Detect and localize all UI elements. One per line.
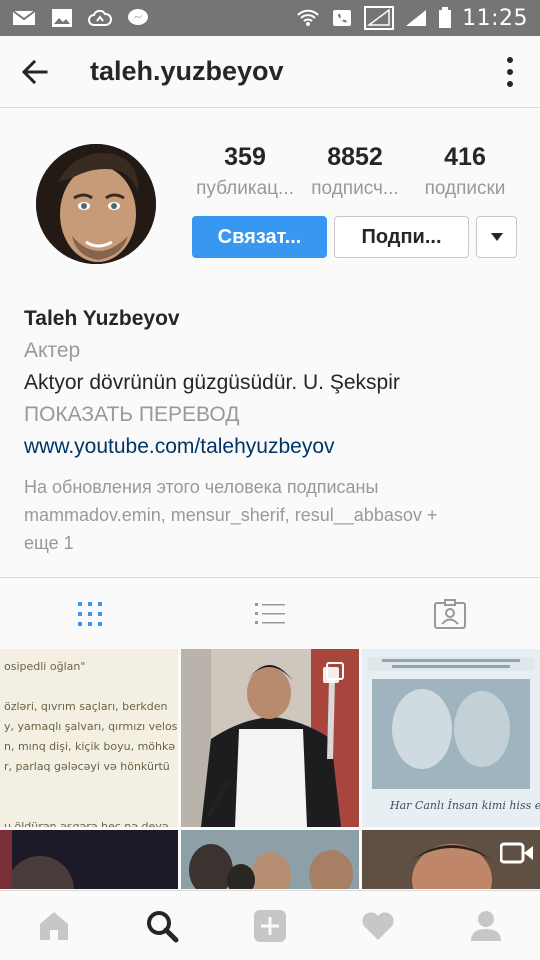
followers-label: подписч... <box>311 178 399 199</box>
full-name: Taleh Yuzbeyov <box>24 307 180 330</box>
messenger-icon <box>128 9 148 25</box>
show-translation-link[interactable]: ПОКАЗАТЬ ПЕРЕВОД <box>24 399 524 431</box>
nav-home[interactable] <box>0 891 108 960</box>
post-thumbnail[interactable] <box>362 830 540 889</box>
post-thumbnail[interactable]: Har Canlı İnsan kimi hiss edir. <box>362 649 540 827</box>
battery-icon <box>439 7 452 28</box>
post-thumbnail[interactable]: osipedli oğlan" özləri, qıvrım saçları, … <box>0 649 178 827</box>
bio-text: Aktyor dövrünün güzgüsüdür. U. Şekspir <box>24 371 400 394</box>
cloud-icon <box>88 9 112 26</box>
video-icon <box>500 842 533 864</box>
back-button[interactable] <box>0 36 70 108</box>
following-label: подписки <box>424 178 506 199</box>
search-icon <box>147 910 179 942</box>
nav-add[interactable] <box>216 891 324 960</box>
profile-tabs <box>0 577 540 649</box>
profile-username: taleh.yuzbeyov <box>90 56 284 86</box>
followed-by[interactable]: На обновления этого человека подписаны m… <box>24 473 524 557</box>
post-text-image: osipedli oğlan" özləri, qıvrım saçları, … <box>4 660 178 827</box>
posts-grid: osipedli oğlan" özləri, qıvrım saçları, … <box>0 649 540 889</box>
profile-actions: Связат... Подпи... <box>192 216 517 258</box>
stat-following[interactable]: 416 подписки <box>410 140 520 200</box>
status-bar: 11:25 <box>0 0 540 36</box>
post-thumbnail[interactable] <box>181 649 359 827</box>
mail-icon <box>12 10 36 25</box>
signal-icon <box>406 10 427 26</box>
website-link[interactable]: www.youtube.com/talehyuzbeyov <box>24 431 524 463</box>
bottom-navigation <box>0 890 540 960</box>
stat-posts[interactable]: 359 публикац... <box>190 140 300 200</box>
arrow-left-icon <box>21 59 48 84</box>
post-photo-poster: Har Canlı İnsan kimi hiss edir. <box>362 649 540 827</box>
more-vertical-icon <box>507 56 513 63</box>
posts-count: 359 <box>224 143 266 171</box>
nav-search[interactable] <box>108 891 216 960</box>
post-thumbnail[interactable] <box>181 830 359 889</box>
tab-grid[interactable] <box>0 578 180 649</box>
profile-icon <box>471 910 501 941</box>
avatar[interactable] <box>36 144 156 264</box>
suggestions-dropdown-button[interactable] <box>476 216 517 258</box>
grid-icon <box>78 601 102 626</box>
list-icon <box>255 602 285 624</box>
post-photo-dark <box>0 830 178 889</box>
home-icon <box>40 911 68 940</box>
add-icon <box>254 909 286 942</box>
app-bar: taleh.yuzbeyov <box>0 36 540 108</box>
profile-stats: 359 публикац... 8852 подписч... 416 подп… <box>190 140 520 200</box>
post-thumbnail[interactable] <box>0 830 178 889</box>
tagged-icon <box>434 598 466 629</box>
image-icon <box>52 9 72 27</box>
tab-list[interactable] <box>180 578 360 649</box>
followers-count: 8852 <box>327 143 383 171</box>
stat-followers[interactable]: 8852 подписч... <box>300 140 410 200</box>
poster-caption: Har Canlı İnsan kimi hiss edir. <box>389 798 540 812</box>
post-photo-group <box>181 830 359 889</box>
nav-activity[interactable] <box>324 891 432 960</box>
profile-photo <box>36 144 156 264</box>
following-button[interactable]: Подпи... <box>334 216 469 258</box>
clock: 11:25 <box>462 5 528 31</box>
heart-icon <box>362 911 394 940</box>
nav-profile[interactable] <box>432 891 540 960</box>
more-options-button[interactable] <box>480 36 540 108</box>
post-photo-butcher <box>181 649 359 827</box>
contact-button[interactable]: Связат... <box>192 216 327 258</box>
caret-down-icon <box>490 233 503 241</box>
tab-tagged[interactable] <box>360 578 540 649</box>
call-icon <box>333 10 352 26</box>
profile-bio: Taleh Yuzbeyov Актер Aktyor dövrünün güz… <box>24 303 524 557</box>
category-label: Актер <box>24 339 81 362</box>
wifi-icon <box>297 9 319 26</box>
posts-label: публикац... <box>196 178 294 199</box>
no-signal-icon <box>364 6 395 30</box>
following-count: 416 <box>444 143 486 171</box>
